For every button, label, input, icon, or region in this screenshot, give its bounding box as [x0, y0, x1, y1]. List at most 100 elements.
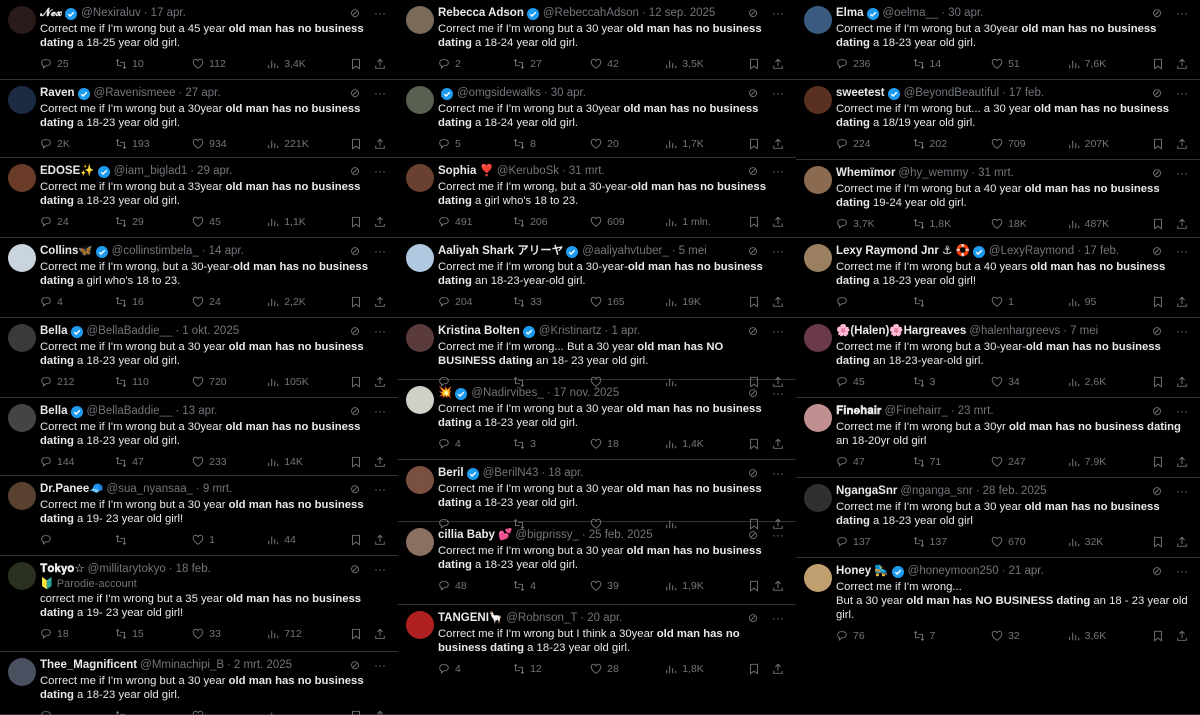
reply-button[interactable]: 5: [438, 138, 513, 150]
reply-button[interactable]: 137: [836, 536, 913, 548]
like-button[interactable]: 18K: [991, 218, 1068, 230]
reply-button[interactable]: 491: [438, 216, 513, 228]
grok-icon[interactable]: ⊘: [748, 6, 758, 21]
bookmark-button[interactable]: [350, 628, 362, 640]
like-button[interactable]: 1: [991, 296, 1068, 308]
user-handle[interactable]: @BerilN43: [483, 466, 539, 481]
repost-button[interactable]: [913, 296, 992, 308]
bookmark-button[interactable]: [350, 58, 362, 70]
display-name[interactable]: Honey 🛼: [836, 564, 889, 579]
tweet[interactable]: Collins🦋 @collinstimbela_ · 14 apr. ⊘ ··…: [0, 238, 398, 318]
more-icon[interactable]: ···: [374, 86, 386, 101]
like-button[interactable]: 112: [192, 58, 267, 70]
display-name[interactable]: 🌸(Halen)🌸Hargreaves: [836, 324, 966, 339]
reply-button[interactable]: 25: [40, 58, 115, 70]
like-button[interactable]: 609: [590, 216, 665, 228]
user-handle[interactable]: @Nexiraluv: [81, 6, 141, 21]
avatar[interactable]: [804, 86, 832, 114]
like-button[interactable]: 33: [192, 628, 267, 640]
reply-button[interactable]: 18: [40, 628, 115, 640]
tweet[interactable]: Rebecca Adson @RebeccahAdson · 12 sep. 2…: [398, 0, 796, 80]
repost-button[interactable]: 4: [513, 580, 590, 592]
like-button[interactable]: 165: [590, 296, 665, 308]
grok-icon[interactable]: ⊘: [350, 562, 360, 577]
more-icon[interactable]: ···: [1176, 166, 1188, 181]
share-button[interactable]: [772, 438, 784, 450]
share-button[interactable]: [374, 628, 386, 640]
avatar[interactable]: [406, 6, 434, 34]
grok-icon[interactable]: ⊘: [748, 164, 758, 179]
user-handle[interactable]: @BellaBaddie__: [87, 404, 173, 419]
grok-icon[interactable]: ⊘: [1152, 166, 1162, 181]
repost-button[interactable]: 3: [513, 438, 590, 450]
display-name[interactable]: Aaliyah Shark アリーヤ: [438, 244, 563, 259]
avatar[interactable]: [8, 6, 36, 34]
share-button[interactable]: [1176, 138, 1188, 150]
avatar[interactable]: [804, 324, 832, 352]
tweet[interactable]: Bella @BellaBaddie__ · 1 okt. 2025 ⊘ ···…: [0, 318, 398, 398]
tweet-date[interactable]: 14 apr.: [209, 244, 244, 259]
avatar[interactable]: [406, 324, 434, 352]
share-button[interactable]: [772, 58, 784, 70]
views-button[interactable]: 1,4K: [665, 438, 748, 450]
display-name[interactable]: 𝐅𝐢𝐧𝐞𝐡𝐚𝐢𝐫: [836, 404, 881, 419]
display-name[interactable]: Elma: [836, 6, 864, 21]
more-icon[interactable]: ···: [1176, 484, 1188, 499]
avatar[interactable]: [804, 404, 832, 432]
display-name[interactable]: Lexy Raymond Jnr ⚓ 🛟: [836, 244, 970, 259]
reply-button[interactable]: 212: [40, 376, 115, 388]
more-icon[interactable]: ···: [772, 466, 784, 481]
repost-button[interactable]: 12: [513, 663, 590, 675]
grok-icon[interactable]: ⊘: [748, 528, 758, 543]
like-button[interactable]: 20: [590, 138, 665, 150]
bookmark-button[interactable]: [748, 216, 760, 228]
more-icon[interactable]: ···: [374, 324, 386, 339]
views-button[interactable]: 712: [267, 628, 350, 640]
share-button[interactable]: [374, 710, 386, 715]
avatar[interactable]: [804, 6, 832, 34]
display-name[interactable]: 💥: [438, 386, 452, 401]
tweet[interactable]: 🌸(Halen)🌸Hargreaves @halenhargreevs · 7 …: [796, 318, 1200, 398]
display-name[interactable]: Sophia ❣️: [438, 164, 494, 179]
user-handle[interactable]: @collinstimbela_: [112, 244, 199, 259]
user-handle[interactable]: @BeyondBeautiful: [904, 86, 999, 101]
like-button[interactable]: 28: [590, 663, 665, 675]
share-button[interactable]: [374, 296, 386, 308]
tweet[interactable]: 𝓝𝓮𝔁 @Nexiraluv · 17 apr. ⊘ ··· Correct m…: [0, 0, 398, 80]
views-button[interactable]: 105K: [267, 376, 350, 388]
more-icon[interactable]: ···: [374, 244, 386, 259]
grok-icon[interactable]: ⊘: [748, 386, 758, 401]
views-button[interactable]: 14K: [267, 456, 350, 468]
like-button[interactable]: 51: [991, 58, 1068, 70]
tweet[interactable]: 𝐅𝐢𝐧𝐞𝐡𝐚𝐢𝐫 @Finehairr_ · 23 mrt. ⊘ ··· Cor…: [796, 398, 1200, 478]
bookmark-button[interactable]: [1152, 218, 1164, 230]
grok-icon[interactable]: ⊘: [1152, 484, 1162, 499]
bookmark-button[interactable]: [350, 216, 362, 228]
views-button[interactable]: [267, 710, 350, 715]
tweet[interactable]: Elma @oelma__ · 30 apr. ⊘ ··· Correct me…: [796, 0, 1200, 80]
bookmark-button[interactable]: [1152, 456, 1164, 468]
grok-icon[interactable]: ⊘: [748, 244, 758, 259]
like-button[interactable]: 709: [991, 138, 1068, 150]
tweet[interactable]: @omgsidewalks · 30 apr. ⊘ ··· Correct me…: [398, 80, 796, 158]
tweet-date[interactable]: 17 apr.: [151, 6, 186, 21]
tweet-date[interactable]: 18 apr.: [548, 466, 583, 481]
grok-icon[interactable]: ⊘: [748, 324, 758, 339]
tweet-date[interactable]: 5 mei: [679, 244, 707, 259]
user-handle[interactable]: @oelma__: [883, 6, 939, 21]
avatar[interactable]: [8, 404, 36, 432]
tweet[interactable]: 💥 @Nadirvibes_ · 17 nov. 2025 ⊘ ··· Corr…: [398, 380, 796, 460]
avatar[interactable]: [804, 484, 832, 512]
tweet-date[interactable]: 30 apr.: [948, 6, 983, 21]
like-button[interactable]: 42: [590, 58, 665, 70]
bookmark-button[interactable]: [748, 438, 760, 450]
reply-button[interactable]: 48: [438, 580, 513, 592]
more-icon[interactable]: ···: [1176, 324, 1188, 339]
tweet-date[interactable]: 1 apr.: [611, 324, 640, 339]
user-handle[interactable]: @LexyRaymond: [989, 244, 1074, 259]
reply-button[interactable]: 2: [438, 58, 513, 70]
tweet-date[interactable]: 27 apr.: [185, 86, 220, 101]
tweet[interactable]: NgangaSnr @nganga_snr · 28 feb. 2025 ⊘ ·…: [796, 478, 1200, 558]
tweet-date[interactable]: 9 mrt.: [203, 482, 232, 497]
reply-button[interactable]: 4: [438, 438, 513, 450]
